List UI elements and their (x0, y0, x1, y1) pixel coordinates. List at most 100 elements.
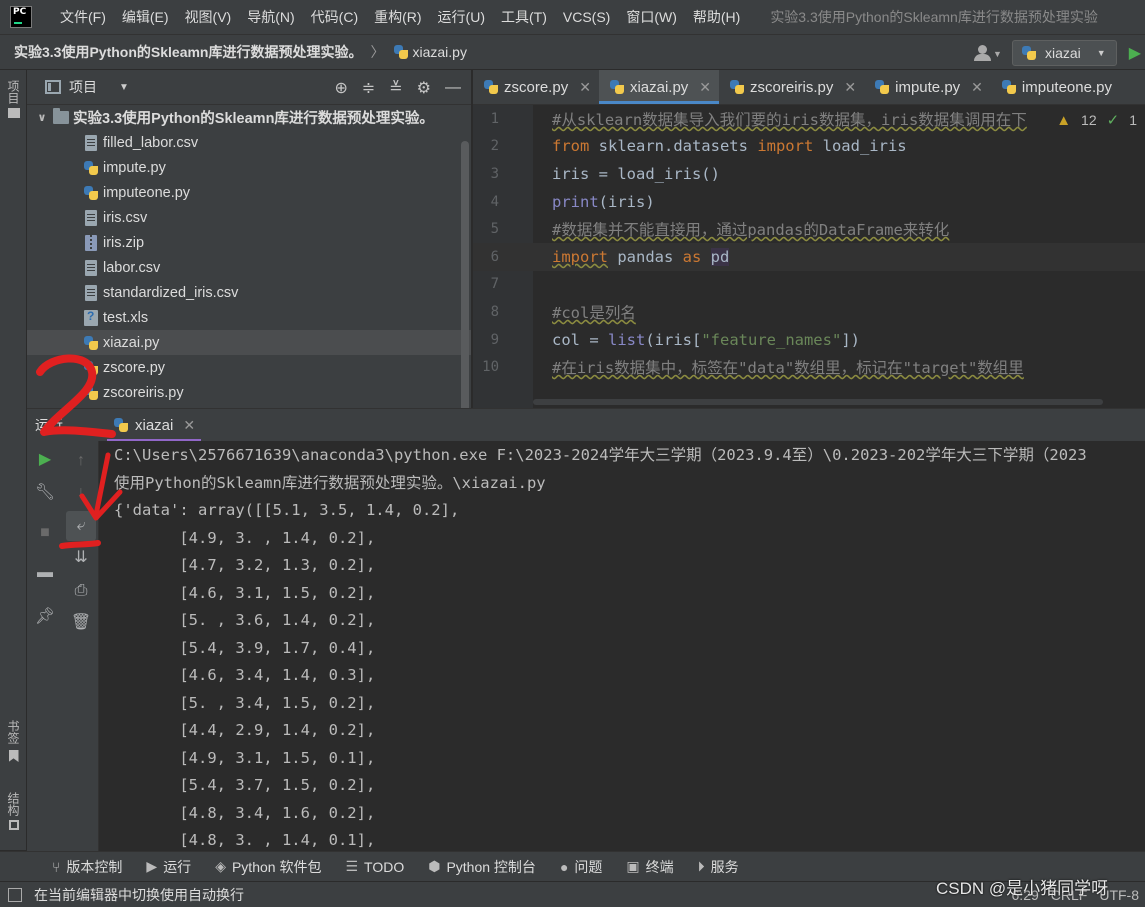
close-icon[interactable]: ✕ (971, 79, 983, 96)
tree-file-item[interactable]: standardized_iris.csv (27, 280, 471, 305)
line-number: 3 (490, 165, 499, 182)
hide-panel-icon[interactable]: — (445, 79, 461, 97)
code-line: 2 from sklearn.datasets import load_iris (473, 133, 1145, 161)
tree-file-item[interactable]: test.xls (27, 305, 471, 330)
editor-tab[interactable]: impute.py ✕ (864, 70, 991, 104)
project-panel-title[interactable]: 项目 (69, 77, 97, 97)
menu-vcs[interactable]: VCS(S) (555, 0, 618, 34)
tree-file-label: filled_labor.csv (103, 134, 199, 151)
code-line: 10 #在iris数据集中，标签在"data"数组里，标记在"target"数组里 (473, 353, 1145, 381)
python-file-icon (83, 360, 99, 376)
run-icon[interactable]: ▶ (27, 444, 63, 474)
pin-icon[interactable]: 📌︎ (27, 601, 63, 631)
tree-file-item[interactable]: filled_labor.csv (27, 130, 471, 155)
tool-window-tab[interactable]: ● 问题 (548, 857, 614, 877)
code-area[interactable]: 1 #从sklearn数据集导入我们要的iris数据集，iris数据集调用在下 2 f… (473, 105, 1145, 408)
tool-window-tab[interactable]: ⬢ Python 控制台 (416, 857, 548, 877)
console-line: [5.4, 3.7, 1.5, 0.2], (114, 776, 376, 794)
check-count: 1 (1129, 112, 1137, 128)
tree-file-item[interactable]: iris.csv (27, 205, 471, 230)
menu-refactor[interactable]: 重构(R) (366, 0, 429, 34)
expand-all-icon[interactable]: ≑ (362, 78, 375, 98)
up-arrow-icon[interactable]: ↑ (63, 446, 99, 476)
editor-horizontal-scrollbar[interactable] (533, 399, 1103, 405)
tree-file-item[interactable]: zscore.py (27, 355, 471, 380)
menu-window[interactable]: 窗口(W) (618, 0, 685, 34)
code-line: 4 print(iris) (473, 188, 1145, 216)
tool-window-tab-label: TODO (364, 858, 405, 875)
structure-tool-tab-label: 结构 (6, 792, 20, 816)
chevron-down-icon[interactable]: ▼ (119, 82, 129, 93)
structure-tool-tab[interactable]: 结构 (0, 792, 27, 830)
tree-file-item[interactable]: imputeone.py (27, 180, 471, 205)
tool-window-tab[interactable]: ▶ 运行 (134, 857, 203, 877)
python-file-icon (83, 160, 99, 176)
line-number: 2 (490, 138, 499, 155)
tree-file-item[interactable]: iris.zip (27, 230, 471, 255)
tool-window-tab[interactable]: ▣ 终端 (614, 857, 685, 877)
down-arrow-icon[interactable]: ↓ (63, 478, 99, 508)
console-line: [4.9, 3.1, 1.5, 0.1], (114, 748, 376, 767)
menu-tools[interactable]: 工具(T) (493, 0, 555, 34)
project-tool-tab[interactable]: 项目 (0, 80, 27, 118)
trash-icon[interactable]: 🗑︎ (63, 607, 99, 637)
tool-window-toggle-icon[interactable] (8, 887, 22, 902)
menu-edit[interactable]: 编辑(E) (114, 0, 177, 34)
stop-icon[interactable]: ■ (27, 518, 63, 548)
menu-run[interactable]: 运行(U) (430, 0, 493, 34)
chevron-down-icon[interactable]: ∨ (35, 111, 49, 124)
collapse-all-icon[interactable]: ≚ (389, 78, 402, 98)
line-number: 1 (490, 110, 499, 127)
tool-window-tab[interactable]: ◈ Python 软件包 (203, 857, 333, 877)
tree-root-folder[interactable]: ∨ 实验3.3使用Python的Skleamn库进行数据预处理实验。 (27, 105, 471, 130)
editor-tab[interactable]: xiazai.py ✕ (598, 70, 720, 104)
tree-file-item[interactable]: labor.csv (27, 255, 471, 280)
tool-window-tab[interactable]: ☰ TODO (333, 858, 416, 875)
console-line: C:\Users\2576671639\anaconda3\python.exe… (114, 446, 1087, 464)
layout-icon[interactable]: ▬ (27, 558, 63, 588)
console-output[interactable]: C:\Users\2576671639\anaconda3\python.exe… (100, 441, 1145, 851)
editor-tab[interactable]: imputeone.py (991, 70, 1120, 104)
run-icon[interactable]: ▶ (1129, 43, 1141, 63)
soft-wrap-icon[interactable]: ⤶ (66, 511, 96, 541)
breadcrumb-file[interactable]: xiazai.py (393, 44, 467, 60)
user-icon[interactable]: ▼ (972, 43, 1002, 63)
bookmarks-tool-tab[interactable]: 书签 (0, 720, 27, 762)
scroll-to-end-icon[interactable]: ⇊ (63, 542, 99, 572)
close-icon[interactable]: ✕ (579, 79, 591, 96)
tree-file-item[interactable]: impute.py (27, 155, 471, 180)
console-line: [4.7, 3.2, 1.3, 0.2], (114, 556, 376, 574)
print-icon[interactable]: ⎙ (63, 576, 99, 606)
menu-help[interactable]: 帮助(H) (685, 0, 748, 34)
menu-navigate[interactable]: 导航(N) (239, 0, 302, 34)
python-file-icon (83, 335, 99, 351)
python-file-icon (483, 79, 499, 95)
run-left-toolbar: ▶ 🔧︎ ■ ▬ 📌︎ (27, 441, 63, 851)
run-configuration-select[interactable]: xiazai ▼ (1011, 40, 1117, 66)
editor-tab[interactable]: zscore.py ✕ (473, 70, 599, 104)
line-number: 6 (490, 248, 499, 265)
tool-window-tab-label: Python 控制台 (446, 858, 536, 875)
editor-tab[interactable]: zscoreiris.py ✕ (719, 70, 864, 104)
menu-view[interactable]: 视图(V) (177, 0, 240, 34)
gear-icon[interactable]: ⚙ (417, 78, 431, 98)
wrench-icon[interactable]: 🔧︎ (27, 477, 63, 507)
breadcrumb-project[interactable]: 实验3.3使用Python的Skleamn库进行数据预处理实验。 (14, 42, 363, 62)
close-icon[interactable]: ✕ (183, 417, 195, 434)
run-tab-xiazai[interactable]: xiazai ✕ (107, 409, 202, 442)
tool-window-tab[interactable]: ⑂ 版本控制 (40, 857, 134, 877)
pycharm-logo-icon (10, 6, 32, 28)
inspection-widget[interactable]: ▲ 12 ✓ 1 (1052, 111, 1137, 129)
python-console-icon: ⬢ (428, 858, 441, 874)
tree-file-item[interactable]: zscoreiris.py (27, 380, 471, 405)
code-line: 9 col = list(iris["feature_names"]) (473, 326, 1145, 354)
menu-file[interactable]: 文件(F) (52, 0, 114, 34)
close-icon[interactable]: ✕ (699, 79, 711, 96)
menu-code[interactable]: 代码(C) (303, 0, 366, 34)
close-icon[interactable]: ✕ (844, 79, 856, 96)
tree-file-item[interactable]: xiazai.py (27, 330, 471, 355)
tool-window-tab[interactable]: ⏵ 服务 (686, 857, 751, 877)
project-tree-scrollbar[interactable] (461, 141, 469, 421)
line-number: 4 (490, 193, 499, 210)
locate-file-icon[interactable]: ⊕ (334, 78, 347, 98)
